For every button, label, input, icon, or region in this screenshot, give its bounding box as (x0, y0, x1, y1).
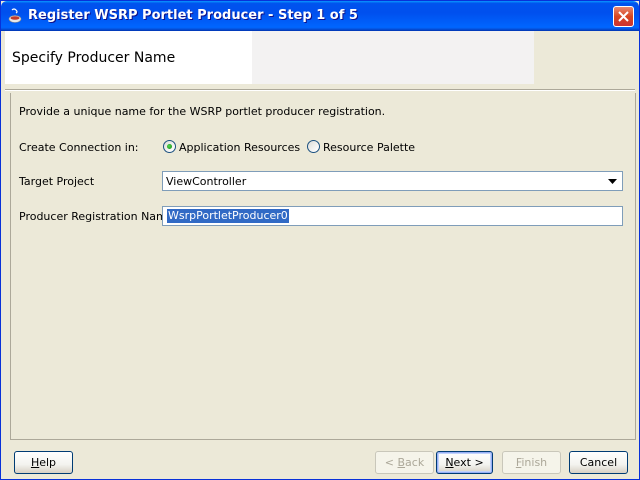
window-title: Register WSRP Portlet Producer - Step 1 … (28, 8, 358, 23)
producer-name-input[interactable]: WsrpPortletProducer0 (162, 206, 623, 226)
finish-button[interactable]: Finish (502, 451, 561, 474)
help-button[interactable]: Help (14, 451, 73, 474)
chevron-down-icon[interactable] (608, 179, 617, 185)
create-connection-label: Create Connection in: (19, 141, 139, 154)
page-title: Specify Producer Name (12, 50, 176, 66)
oracle-cup-icon (7, 8, 23, 24)
cancel-button[interactable]: Cancel (569, 451, 628, 474)
producer-name-label: Producer Registration Name: (19, 210, 178, 223)
description-text: Provide a unique name for the WSRP portl… (19, 105, 386, 118)
radio-label: Resource Palette (323, 141, 416, 154)
close-button[interactable] (613, 6, 634, 27)
next-button[interactable]: Next > (436, 451, 493, 474)
target-project-select[interactable]: ViewController (162, 171, 623, 191)
select-value: ViewController (166, 175, 247, 188)
dialog-window: Register WSRP Portlet Producer - Step 1 … (0, 0, 640, 480)
radio-label: Application Resources (179, 141, 301, 154)
radio-button[interactable] (307, 140, 320, 153)
close-icon (618, 11, 629, 22)
input-value[interactable]: WsrpPortletProducer0 (167, 209, 289, 223)
target-project-label: Target Project (19, 175, 95, 188)
back-button[interactable]: < Back (375, 451, 434, 474)
wizard-header: Specify Producer Name (5, 31, 635, 84)
title-bar[interactable]: Register WSRP Portlet Producer - Step 1 … (1, 1, 639, 31)
radio-button-selected[interactable] (163, 140, 176, 153)
